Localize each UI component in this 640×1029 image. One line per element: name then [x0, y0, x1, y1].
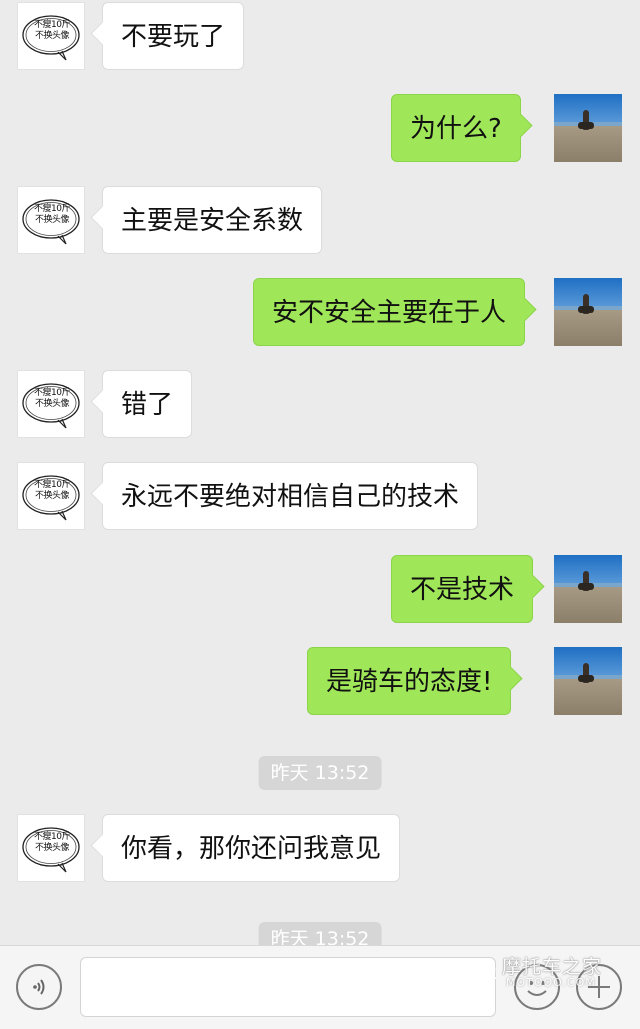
contact-avatar[interactable]: 不瘦10斤 不换头像 — [17, 370, 85, 438]
plus-icon[interactable] — [576, 964, 622, 1010]
my-avatar[interactable] — [554, 278, 622, 346]
emoji-icon[interactable] — [514, 964, 560, 1010]
received-message[interactable]: 主要是安全系数 — [102, 186, 323, 254]
sent-message[interactable]: 是骑车的态度! — [307, 647, 512, 715]
my-avatar[interactable] — [554, 94, 622, 162]
sent-message[interactable]: 不是技术 — [391, 555, 534, 623]
voice-wave-icon — [33, 979, 45, 995]
received-message[interactable]: 你看，那你还问我意见 — [102, 814, 401, 882]
contact-avatar[interactable]: 不瘦10斤 不换头像 — [17, 186, 85, 254]
received-message[interactable]: 永远不要绝对相信自己的技术 — [102, 462, 479, 530]
contact-avatar[interactable]: 不瘦10斤 不换头像 — [17, 462, 85, 530]
avatar-caption-2: 不换头像 — [34, 215, 70, 225]
photo-ground — [554, 679, 622, 715]
photo-ground — [554, 310, 622, 346]
my-avatar[interactable] — [554, 555, 622, 623]
avatar-caption-1: 不瘦10斤 — [34, 20, 70, 30]
message-input[interactable] — [80, 957, 496, 1017]
avatar-caption-2: 不换头像 — [34, 399, 70, 409]
sent-message[interactable]: 安不安全主要在于人 — [253, 278, 526, 346]
emoji-face-icon — [527, 981, 547, 996]
photo-ground — [554, 126, 622, 162]
chat-area[interactable]: 不瘦10斤 不换头像 不要玩了 为什么? 不瘦10斤 不换头像 主要是安全系数 — [0, 0, 640, 945]
photo-motorcycle — [578, 122, 594, 129]
contact-avatar[interactable]: 不瘦10斤 不换头像 — [17, 814, 85, 882]
photo-motorcycle — [578, 583, 594, 590]
input-bar — [0, 945, 640, 1029]
avatar-caption-2: 不换头像 — [34, 31, 70, 41]
avatar-caption-1: 不瘦10斤 — [34, 832, 70, 842]
avatar-caption-1: 不瘦10斤 — [34, 388, 70, 398]
photo-ground — [554, 587, 622, 623]
avatar-caption-1: 不瘦10斤 — [34, 204, 70, 214]
received-message[interactable]: 不要玩了 — [102, 2, 245, 70]
received-message[interactable]: 错了 — [102, 370, 193, 438]
sent-message[interactable]: 为什么? — [391, 94, 521, 162]
avatar-caption-1: 不瘦10斤 — [34, 480, 70, 490]
photo-motorcycle — [578, 306, 594, 313]
message-timestamp: 昨天 13:52 — [258, 756, 382, 790]
voice-icon[interactable] — [16, 964, 62, 1010]
photo-motorcycle — [578, 675, 594, 682]
message-timestamp: 昨天 13:52 — [258, 922, 382, 945]
contact-avatar[interactable]: 不瘦10斤 不换头像 — [17, 2, 85, 70]
avatar-caption-2: 不换头像 — [34, 491, 70, 501]
avatar-caption-2: 不换头像 — [34, 843, 70, 853]
my-avatar[interactable] — [554, 647, 622, 715]
